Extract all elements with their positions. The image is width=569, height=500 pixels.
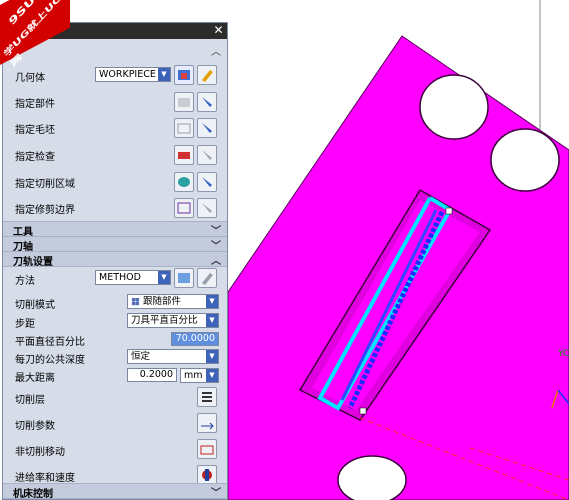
stepover-row: 步距 刀具平直百分比 ▼ <box>3 312 227 330</box>
check-select-icon[interactable] <box>174 145 194 165</box>
max-distance-unit-select[interactable]: mm ▼ <box>180 368 219 383</box>
specify-cut-area-label: 指定切削区域 <box>15 179 75 190</box>
feeds-icon[interactable] <box>197 465 217 485</box>
flashlight-icon[interactable] <box>197 145 217 165</box>
chevron-down-icon: ▼ <box>206 314 218 327</box>
cut-area-select-icon[interactable] <box>174 172 194 192</box>
geometry-value: WORKPIECE <box>99 69 156 80</box>
section-tools[interactable]: 工具 ﹀ <box>3 221 227 238</box>
cut-levels-label: 切削层 <box>15 395 45 406</box>
chevron-down-icon: ▼ <box>206 350 218 363</box>
operation-dialog: ✕ ︿ 几何体 WORKPIECE ▼ 指定部件 指定毛坯 指定检查 指定切削区… <box>2 22 228 500</box>
common-depth-label: 每刀的公共深度 <box>15 355 85 366</box>
flat-diameter-input[interactable]: 70.0000 <box>171 332 219 346</box>
method-new-icon[interactable] <box>174 268 194 288</box>
cut-mode-value: 跟随部件 <box>143 296 182 307</box>
cut-params-row: 切削参数 <box>3 412 227 434</box>
specify-blank-label: 指定毛坯 <box>15 125 55 136</box>
method-value: METHOD <box>99 272 141 283</box>
cut-levels-icon[interactable] <box>197 387 217 407</box>
common-depth-select[interactable]: 恒定 ▼ <box>127 349 219 364</box>
part-select-icon[interactable] <box>174 92 194 112</box>
flashlight-icon[interactable] <box>197 118 217 138</box>
section-path-settings[interactable]: 刀轨设置 ︿ <box>3 251 227 268</box>
trim-select-icon[interactable] <box>174 198 194 218</box>
max-distance-label: 最大距离 <box>15 373 55 384</box>
section-machine-control[interactable]: 机床控制 ﹀ <box>3 483 227 500</box>
chevron-down-icon: ▼ <box>206 369 218 382</box>
cut-params-icon[interactable] <box>197 413 217 433</box>
cut-params-label: 切削参数 <box>15 421 55 432</box>
cut-levels-row: 切削层 <box>3 386 227 408</box>
follow-part-icon: ▦ <box>131 296 140 307</box>
feeds-label: 进给率和速度 <box>15 473 75 484</box>
geometry-row: 几何体 WORKPIECE ▼ <box>3 65 227 87</box>
chevron-up-icon: ︿ <box>211 256 221 267</box>
specify-trim-label: 指定修剪边界 <box>15 205 75 216</box>
max-distance-input[interactable]: 0.2000 <box>127 368 177 382</box>
method-edit-icon[interactable] <box>197 268 217 288</box>
cut-mode-label: 切削模式 <box>15 300 55 311</box>
specify-part-row: 指定部件 <box>3 90 227 114</box>
specify-trim-row: 指定修剪边界 <box>3 196 227 220</box>
non-cut-row: 非切削移动 <box>3 438 227 460</box>
stepover-value: 刀具平直百分比 <box>131 315 198 326</box>
specify-check-label: 指定检查 <box>15 152 55 163</box>
max-distance-row: 最大距离 0.2000 mm ▼ <box>3 366 227 384</box>
specify-blank-row: 指定毛坯 <box>3 116 227 140</box>
common-depth-value: 恒定 <box>131 351 151 362</box>
chevron-down-icon: ﹀ <box>211 241 221 252</box>
non-cut-icon[interactable] <box>197 439 217 459</box>
geometry-select[interactable]: WORKPIECE ▼ <box>95 67 171 82</box>
geometry-edit-icon[interactable] <box>197 65 217 85</box>
stepover-select[interactable]: 刀具平直百分比 ▼ <box>127 313 219 328</box>
non-cut-label: 非切削移动 <box>15 447 65 458</box>
close-icon[interactable]: ✕ <box>212 24 225 37</box>
chevron-down-icon: ▼ <box>158 68 170 81</box>
section-axis[interactable]: 刀轴 ﹀ <box>3 236 227 253</box>
flashlight-icon[interactable] <box>197 198 217 218</box>
cut-mode-row: 切削模式 ▦ 跟随部件 ▼ <box>3 293 227 311</box>
geometry-label: 几何体 <box>15 73 45 84</box>
flat-diameter-label: 平面直径百分比 <box>15 337 85 348</box>
chevron-down-icon: ▼ <box>158 271 170 284</box>
flat-diameter-row: 平面直径百分比 70.0000 <box>3 330 227 348</box>
stepover-label: 步距 <box>15 319 35 330</box>
collapse-chevron-icon[interactable]: ︿ <box>211 43 221 58</box>
specify-cut-area-row: 指定切削区域 <box>3 170 227 194</box>
specify-part-label: 指定部件 <box>15 99 55 110</box>
geometry-new-icon[interactable] <box>174 65 194 85</box>
blank-select-icon[interactable] <box>174 118 194 138</box>
chevron-down-icon: ﹀ <box>211 226 221 237</box>
method-row: 方法 METHOD ▼ <box>3 268 227 290</box>
chevron-down-icon: ▼ <box>206 295 218 308</box>
flashlight-icon[interactable] <box>197 172 217 192</box>
common-depth-row: 每刀的公共深度 恒定 ▼ <box>3 348 227 366</box>
method-label: 方法 <box>15 276 35 287</box>
chevron-down-icon: ﹀ <box>211 488 221 499</box>
specify-check-row: 指定检查 <box>3 143 227 167</box>
flashlight-icon[interactable] <box>197 92 217 112</box>
max-distance-unit: mm <box>184 370 203 381</box>
cut-mode-select[interactable]: ▦ 跟随部件 ▼ <box>127 294 219 309</box>
yc-axis-label: YC <box>557 349 569 359</box>
method-select[interactable]: METHOD ▼ <box>95 270 171 285</box>
